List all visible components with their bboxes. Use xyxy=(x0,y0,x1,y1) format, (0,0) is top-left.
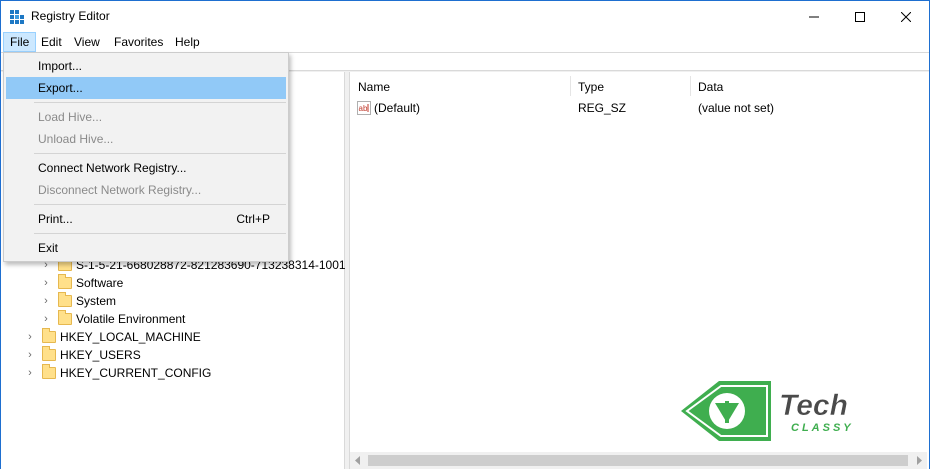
tree-item-label: HKEY_USERS xyxy=(60,348,141,362)
menu-item-print[interactable]: Print... Ctrl+P xyxy=(6,208,286,230)
menu-item-label: Print... xyxy=(38,212,73,226)
title-bar[interactable]: Registry Editor xyxy=(1,1,929,32)
column-header-name[interactable]: Name xyxy=(350,78,570,96)
tree-item-label: Software xyxy=(76,276,124,290)
close-icon xyxy=(901,11,911,22)
menu-item-import[interactable]: Import... xyxy=(6,55,286,77)
chevron-right-icon[interactable]: › xyxy=(25,328,35,346)
menu-item-load-hive: Load Hive... xyxy=(38,110,103,124)
menu-item-exit[interactable]: Exit xyxy=(6,237,286,259)
chevron-right-icon[interactable]: › xyxy=(25,346,35,364)
menu-bar: File Edit View Favorites Help xyxy=(1,32,929,52)
techclassy-logo-icon: Tech CLASSY xyxy=(681,381,854,441)
tree-item-hklm[interactable]: › HKEY_LOCAL_MACHINE xyxy=(1,328,341,346)
tree-item-hkcc[interactable]: › HKEY_CURRENT_CONFIG xyxy=(1,364,341,382)
column-header-type[interactable]: Type xyxy=(570,78,690,96)
tree-item-label: Volatile Environment xyxy=(76,312,186,326)
horizontal-scrollbar[interactable] xyxy=(350,452,927,469)
scrollbar-thumb[interactable] xyxy=(368,455,908,466)
window-title: Registry Editor xyxy=(31,9,110,23)
maximize-button[interactable] xyxy=(837,1,883,32)
registry-editor-icon xyxy=(10,10,24,24)
menu-separator xyxy=(34,233,286,234)
minimize-button[interactable] xyxy=(791,1,837,32)
menu-item-connect-network-registry[interactable]: Connect Network Registry... xyxy=(6,157,286,179)
menu-file[interactable]: File xyxy=(3,32,37,52)
registry-editor-window: Registry Editor File Edit View Favorites… xyxy=(0,0,930,469)
menu-help[interactable]: Help xyxy=(169,32,206,52)
folder-icon xyxy=(42,364,56,379)
menu-item-export[interactable]: Export... xyxy=(6,77,286,99)
folder-icon xyxy=(42,328,56,343)
menu-edit[interactable]: Edit xyxy=(35,32,68,52)
tree-item-label: HKEY_LOCAL_MACHINE xyxy=(60,330,201,344)
value-row[interactable]: ab (Default) REG_SZ (value not set) xyxy=(350,100,910,116)
tree-item-label: HKEY_CURRENT_CONFIG xyxy=(60,366,212,380)
folder-icon xyxy=(42,346,56,361)
watermark-brand-subtext: CLASSY xyxy=(791,422,854,434)
chevron-right-icon[interactable]: › xyxy=(41,274,51,292)
value-data: (value not set) xyxy=(698,101,775,115)
scroll-right-icon[interactable] xyxy=(915,456,923,465)
tree-item[interactable]: › Volatile Environment xyxy=(1,310,341,328)
tree-item-label: System xyxy=(76,294,117,308)
techclassy-watermark: Tech CLASSY xyxy=(679,379,909,443)
value-name: (Default) xyxy=(374,101,421,115)
folder-icon xyxy=(58,310,72,325)
shortcut-label: Ctrl+P xyxy=(236,212,270,226)
svg-text:ab: ab xyxy=(359,104,368,113)
column-header-data[interactable]: Data xyxy=(690,78,890,96)
tree-item-hku[interactable]: › HKEY_USERS xyxy=(1,346,341,364)
menu-separator xyxy=(34,204,286,205)
watermark-brand-text: Tech xyxy=(779,389,848,422)
string-value-icon: ab xyxy=(357,101,371,115)
menu-item-unload-hive: Unload Hive... xyxy=(38,132,114,146)
folder-icon xyxy=(58,274,72,289)
folder-icon xyxy=(58,292,72,307)
menu-separator xyxy=(34,102,286,103)
maximize-icon xyxy=(855,11,865,22)
tree-item[interactable]: › Software xyxy=(1,274,341,292)
chevron-right-icon[interactable]: › xyxy=(25,364,35,382)
menu-favorites[interactable]: Favorites xyxy=(108,32,169,52)
chevron-right-icon[interactable]: › xyxy=(41,310,51,328)
minimize-icon xyxy=(809,16,819,17)
menu-separator xyxy=(34,153,286,154)
scroll-left-icon[interactable] xyxy=(354,456,362,465)
chevron-right-icon[interactable]: › xyxy=(41,292,51,310)
menu-view[interactable]: View xyxy=(68,32,106,52)
menu-item-disconnect-network-registry: Disconnect Network Registry... xyxy=(38,183,202,197)
file-dropdown-menu: Import... Export... Load Hive... Unload … xyxy=(3,52,289,262)
value-type: REG_SZ xyxy=(578,101,627,115)
close-button[interactable] xyxy=(883,1,929,32)
tree-item[interactable]: › System xyxy=(1,292,341,310)
